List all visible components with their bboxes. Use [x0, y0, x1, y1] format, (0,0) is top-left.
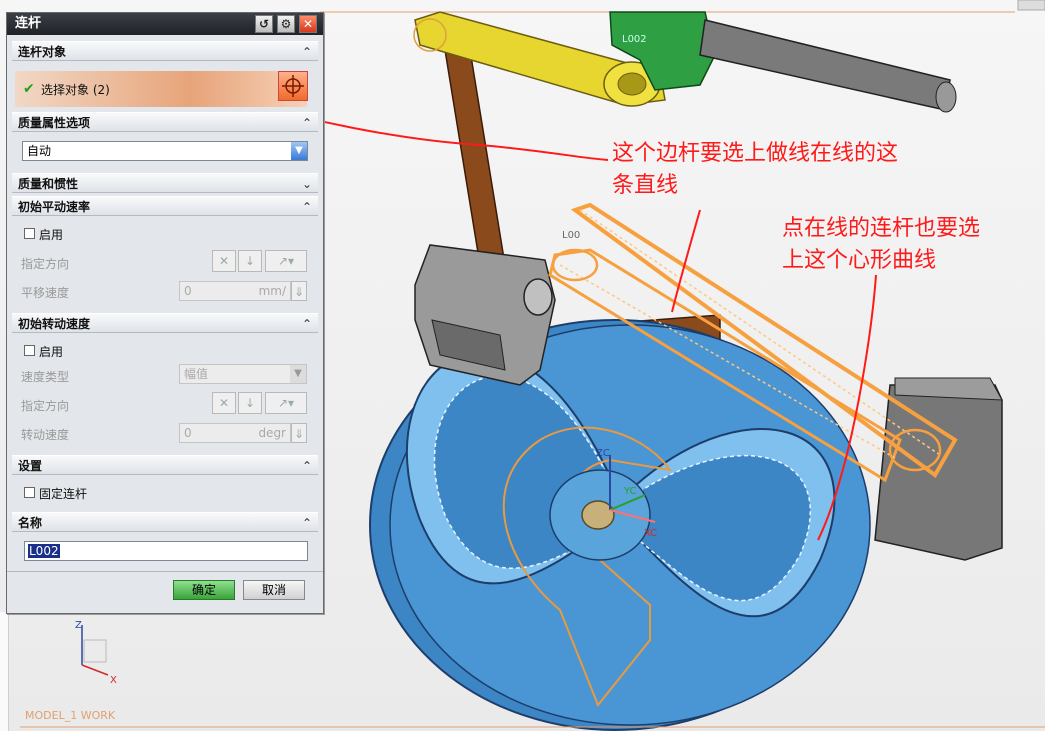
section-link-object[interactable]: 连杆对象 ⌃: [12, 41, 318, 61]
triad-x-label: X: [110, 675, 117, 686]
cancel-button[interactable]: 取消: [243, 580, 305, 600]
fixed-link-checkbox[interactable]: [24, 487, 35, 498]
speed-menu-icon: ⇓: [291, 281, 307, 301]
annotation-right-line1: 点在线的连杆也要选: [782, 216, 981, 241]
dialog-titlebar: 连杆 ↺ ⚙ ✕: [7, 13, 323, 35]
translational-speed-value: 0: [184, 284, 192, 298]
crosshair-icon: [282, 75, 304, 97]
collapse-icon[interactable]: ⌃: [302, 113, 312, 133]
rotational-speed-type-label: 速度类型: [21, 370, 70, 384]
annotation-text-right: 点在线的连杆也要选 上这个心形曲线: [782, 213, 980, 277]
section-name[interactable]: 名称 ⌃: [12, 512, 318, 532]
section-rotational-header: 初始转动速度: [18, 317, 91, 331]
work-part-label: MODEL_1 WORK: [25, 709, 116, 722]
name-input-value: L002: [28, 544, 60, 558]
section-settings[interactable]: 设置 ⌃: [12, 455, 318, 475]
translational-direction-label: 指定方向: [21, 257, 70, 271]
collapse-icon[interactable]: ⌃: [302, 42, 312, 62]
ok-button[interactable]: 确定: [173, 580, 235, 600]
section-mass-options[interactable]: 质量属性选项 ⌃: [12, 112, 318, 132]
rotational-speed-unit: degr: [258, 426, 286, 440]
part-label-mid: L00: [562, 230, 580, 241]
dropdown-arrow-icon: ▼: [290, 365, 306, 383]
fixed-link-label: 固定连杆: [39, 487, 88, 501]
triad-z-label: Z: [75, 620, 82, 631]
section-mass-inertia[interactable]: 质量和惯性 ⌄: [12, 173, 318, 193]
translational-speed-label: 平移速度: [21, 286, 70, 300]
translational-enable-label: 启用: [39, 228, 64, 242]
section-mass-inertia-header: 质量和惯性: [18, 177, 79, 191]
section-settings-header: 设置: [18, 459, 43, 473]
speed-menu-icon: ⇓: [291, 423, 307, 443]
center-y-label: YC: [623, 486, 637, 497]
rotational-speed-value: 0: [184, 426, 192, 440]
collapse-icon[interactable]: ⌃: [302, 197, 312, 217]
section-link-object-header: 连杆对象: [18, 45, 67, 59]
rotational-enable-checkbox[interactable]: [24, 345, 35, 356]
dialog-title: 连杆: [15, 16, 42, 31]
resource-bar-edge: [0, 612, 9, 731]
annotation-text-top: 这个边杆要选上做线在线的这 条直线: [612, 138, 898, 202]
collapse-icon[interactable]: ⌃: [302, 314, 312, 334]
select-object-button[interactable]: [278, 71, 308, 101]
rotational-speed-type-select: 幅值 ▼: [179, 364, 307, 384]
collapse-icon[interactable]: ⌃: [302, 456, 312, 476]
name-input[interactable]: L002: [24, 541, 308, 561]
settings-icon[interactable]: ⚙: [277, 15, 295, 33]
rotational-speed-label: 转动速度: [21, 428, 70, 442]
shaft: [699, 19, 951, 111]
annotation-right-line2: 上这个心形曲线: [782, 248, 937, 273]
link-dialog: 连杆 ↺ ⚙ ✕ 连杆对象 ⌃ ✔ 选择对象 (2) 质量属性选项 ⌃ 自动 ▼…: [6, 12, 324, 614]
select-object-row[interactable]: ✔ 选择对象 (2): [15, 71, 307, 107]
inferred-vector-icon: ✕: [212, 250, 236, 272]
rotational-speed-input: 0 degr: [179, 423, 291, 443]
section-mass-options-header: 质量属性选项: [18, 116, 91, 130]
close-button[interactable]: ✕: [299, 15, 317, 33]
inferred-vector-icon: ✕: [212, 392, 236, 414]
annotation-top-line1: 这个边杆要选上做线在线的这: [612, 141, 899, 166]
collapse-icon[interactable]: ⌃: [302, 513, 312, 533]
translational-speed-unit: mm/: [258, 284, 286, 298]
vector-type-icon: ↗▾: [265, 392, 307, 414]
translational-speed-input: 0 mm/: [179, 281, 291, 301]
mass-options-select[interactable]: 自动 ▼: [22, 141, 308, 161]
vector-type-icon: ↗▾: [265, 250, 307, 272]
section-initial-translational-velocity[interactable]: 初始平动速率 ⌃: [12, 196, 318, 216]
mass-options-value: 自动: [27, 144, 52, 158]
check-icon: ✔: [23, 81, 35, 97]
section-translational-header: 初始平动速率: [18, 200, 91, 214]
reset-button[interactable]: ↺: [255, 15, 273, 33]
rotational-enable-label: 启用: [39, 345, 64, 359]
section-initial-rotational-velocity[interactable]: 初始转动速度 ⌃: [12, 313, 318, 333]
part-label-top: L002: [622, 34, 647, 45]
annotation-top-line2: 条直线: [612, 173, 679, 198]
rotational-direction-label: 指定方向: [21, 399, 70, 413]
rotational-speed-type-value: 幅值: [184, 367, 209, 381]
reverse-direction-icon: ↓: [238, 250, 262, 272]
expand-icon[interactable]: ⌄: [302, 174, 312, 194]
center-x-label: XC: [644, 528, 657, 539]
frame-link-vertical: [444, 49, 506, 266]
dropdown-arrow-icon[interactable]: ▼: [291, 142, 307, 160]
translational-enable-checkbox[interactable]: [24, 228, 35, 239]
center-z-label: ZC: [596, 448, 610, 459]
select-object-label: 选择对象 (2): [41, 83, 110, 97]
button-divider: [7, 571, 323, 572]
reverse-direction-icon: ↓: [238, 392, 262, 414]
section-name-header: 名称: [18, 516, 43, 530]
